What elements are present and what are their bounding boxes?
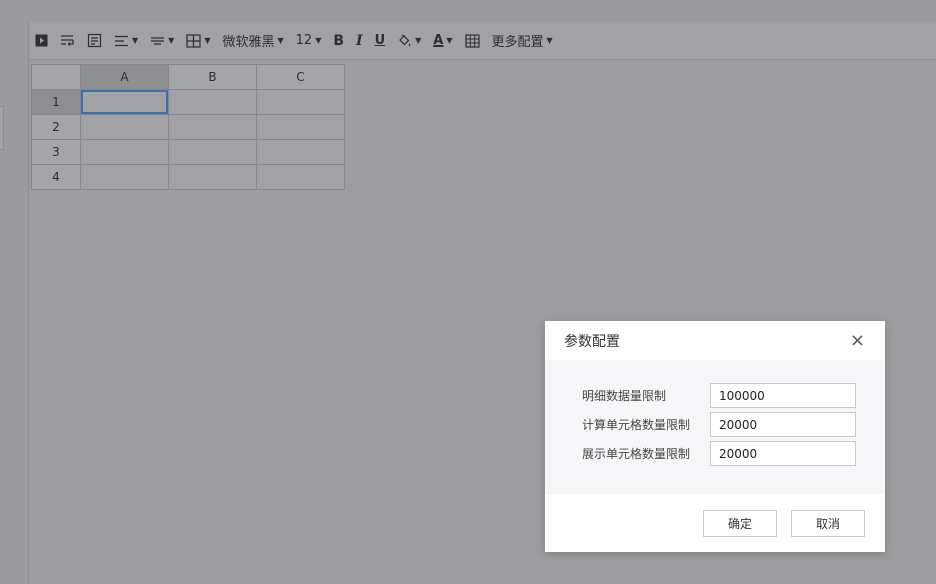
align-middle-icon <box>151 36 165 45</box>
dialog-title: 参数配置 <box>564 333 620 350</box>
row-header-4[interactable]: 4 <box>31 164 81 190</box>
column-header-b[interactable]: B <box>168 64 257 90</box>
row-header-3[interactable]: 3 <box>31 139 81 165</box>
font-name-value: 微软雅黑 <box>222 35 275 50</box>
chevron-down-icon: ▼ <box>168 36 175 45</box>
cell-c1[interactable] <box>256 89 345 115</box>
chevron-down-icon: ▼ <box>204 36 211 45</box>
table-grid-icon[interactable] <box>464 29 480 53</box>
chevron-down-icon: ▼ <box>315 36 322 45</box>
wrap-text-icon[interactable] <box>60 29 75 53</box>
format-painter-icon[interactable] <box>87 29 102 53</box>
display-cell-limit-row: 展示单元格数量限制 <box>545 441 885 466</box>
bold-button[interactable]: B <box>333 29 344 53</box>
chevron-down-icon: ▼ <box>546 36 553 45</box>
column-header-row: A B C <box>31 64 345 90</box>
cell-b4[interactable] <box>168 164 257 190</box>
border-icon <box>186 33 201 48</box>
dialog-footer: 确定 取消 <box>545 494 885 552</box>
cell-a4[interactable] <box>80 164 169 190</box>
font-color-icon: A <box>433 33 444 48</box>
toolbar: ▼ ▼ ▼ 微软雅黑 ▼ 12 ▼ B I U ▼ A ▼ 更多配置 ▼ <box>29 22 936 60</box>
chevron-down-icon: ▼ <box>277 36 284 45</box>
spreadsheet-grid: A B C 1 2 3 4 <box>31 64 345 190</box>
row-header-1[interactable]: 1 <box>31 89 81 115</box>
font-color-dropdown[interactable]: A ▼ <box>433 29 452 53</box>
detail-data-limit-label: 明细数据量限制 <box>582 389 667 403</box>
confirm-button[interactable]: 确定 <box>703 509 777 537</box>
detail-data-limit-input[interactable] <box>710 383 856 408</box>
border-dropdown[interactable]: ▼ <box>186 29 210 53</box>
font-name-dropdown[interactable]: 微软雅黑 ▼ <box>222 29 283 53</box>
column-header-a[interactable]: A <box>80 64 169 90</box>
display-cell-limit-label: 展示单元格数量限制 <box>582 447 691 461</box>
row-header-2[interactable]: 2 <box>31 114 81 140</box>
table-row: 3 <box>31 139 345 165</box>
parameter-config-dialog: 参数配置 × 明细数据量限制 计算单元格数量限制 展示单元格数量限制 确定 取消 <box>545 321 885 552</box>
dialog-body: 明细数据量限制 计算单元格数量限制 展示单元格数量限制 <box>545 360 885 494</box>
select-all-corner[interactable] <box>31 64 81 90</box>
align-horizontal-dropdown[interactable]: ▼ <box>114 29 138 53</box>
fill-color-dropdown[interactable]: ▼ <box>397 29 421 53</box>
chevron-down-icon: ▼ <box>132 36 139 45</box>
cell-b1[interactable] <box>168 89 257 115</box>
left-rail-handle[interactable] <box>0 106 4 150</box>
more-config-dropdown[interactable]: 更多配置 ▼ <box>492 29 553 53</box>
font-size-dropdown[interactable]: 12 ▼ <box>296 29 322 53</box>
compute-cell-limit-row: 计算单元格数量限制 <box>545 412 885 437</box>
compute-cell-limit-input[interactable] <box>710 412 856 437</box>
compute-cell-limit-label: 计算单元格数量限制 <box>582 418 691 432</box>
table-row: 4 <box>31 164 345 190</box>
cell-a1[interactable] <box>80 89 169 115</box>
align-left-icon <box>115 35 128 46</box>
table-row: 2 <box>31 114 345 140</box>
cell-c4[interactable] <box>256 164 345 190</box>
cell-a3[interactable] <box>80 139 169 165</box>
font-size-value: 12 <box>295 33 313 48</box>
cell-b2[interactable] <box>168 114 257 140</box>
close-icon[interactable]: × <box>850 331 865 350</box>
cell-c2[interactable] <box>256 114 345 140</box>
display-cell-limit-input[interactable] <box>710 441 856 466</box>
italic-button[interactable]: I <box>356 29 363 53</box>
cancel-button[interactable]: 取消 <box>791 509 865 537</box>
align-vertical-dropdown[interactable]: ▼ <box>150 29 174 53</box>
cell-b3[interactable] <box>168 139 257 165</box>
left-rail <box>0 22 29 584</box>
more-config-label: 更多配置 <box>491 35 544 50</box>
preview-icon[interactable] <box>35 29 48 53</box>
dialog-header: 参数配置 × <box>545 321 885 360</box>
cell-c3[interactable] <box>256 139 345 165</box>
chevron-down-icon: ▼ <box>415 36 422 45</box>
top-strip <box>0 0 936 22</box>
detail-data-limit-row: 明细数据量限制 <box>545 383 885 408</box>
cell-a2[interactable] <box>80 114 169 140</box>
table-row: 1 <box>31 89 345 115</box>
underline-button[interactable]: U <box>375 29 386 53</box>
chevron-down-icon: ▼ <box>446 36 453 45</box>
fill-bucket-icon <box>399 33 411 46</box>
column-header-c[interactable]: C <box>256 64 345 90</box>
